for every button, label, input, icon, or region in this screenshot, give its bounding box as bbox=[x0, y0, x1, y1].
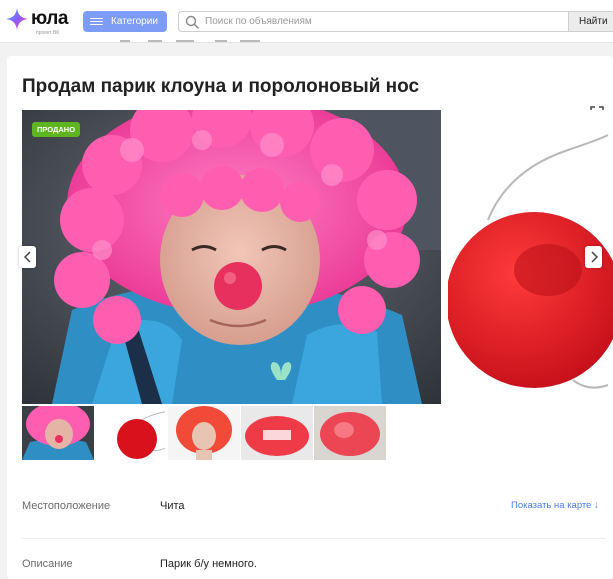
search-icon bbox=[185, 15, 199, 29]
description-value: Парик б/у немного. bbox=[160, 558, 257, 570]
thumbnail-3-image bbox=[168, 406, 240, 460]
find-label: Найти bbox=[579, 16, 608, 27]
chevron-right-icon bbox=[590, 251, 598, 263]
burger-icon bbox=[90, 17, 103, 26]
next-photo-button[interactable] bbox=[585, 246, 602, 268]
main-photo-image bbox=[22, 110, 441, 404]
categories-button[interactable]: Категории bbox=[83, 11, 167, 32]
thumbnail-1-image bbox=[22, 406, 94, 460]
categories-label: Категории bbox=[111, 16, 158, 27]
thumbnail-4-image bbox=[241, 406, 313, 460]
breadcrumb bbox=[0, 40, 613, 43]
top-bar: юла проект ВК Категории Найти bbox=[0, 0, 613, 40]
location-value: Чита bbox=[160, 500, 185, 512]
location-label: Местоположение bbox=[22, 500, 111, 512]
thumbnail-3[interactable] bbox=[168, 406, 240, 460]
thumbnail-2[interactable] bbox=[95, 406, 167, 460]
search-box bbox=[178, 11, 568, 32]
thumbnail-1[interactable] bbox=[22, 406, 94, 460]
thumbnail-5-image bbox=[314, 406, 386, 460]
logo-text: юла bbox=[31, 8, 68, 29]
search-input[interactable] bbox=[205, 16, 545, 27]
listing-title: Продам парик клоуна и поролоновый нос bbox=[22, 76, 420, 97]
prev-photo-button[interactable] bbox=[19, 246, 36, 268]
main-photo[interactable] bbox=[22, 110, 441, 404]
divider bbox=[22, 538, 606, 539]
sold-badge: ПРОДАНО bbox=[32, 122, 81, 137]
logo-subtitle: проект ВК bbox=[36, 30, 60, 36]
star-logo-icon bbox=[6, 8, 28, 30]
show-on-map-link[interactable]: Показать на карте ↓ bbox=[511, 500, 599, 511]
thumbnail-4[interactable] bbox=[241, 406, 313, 460]
yula-logo[interactable]: юла проект ВК bbox=[6, 6, 76, 38]
description-label: Описание bbox=[22, 558, 73, 570]
thumbnail-5[interactable] bbox=[314, 406, 386, 460]
chevron-left-icon bbox=[23, 251, 31, 263]
thumbnail-2-image bbox=[95, 406, 167, 460]
find-button[interactable]: Найти bbox=[568, 11, 613, 32]
